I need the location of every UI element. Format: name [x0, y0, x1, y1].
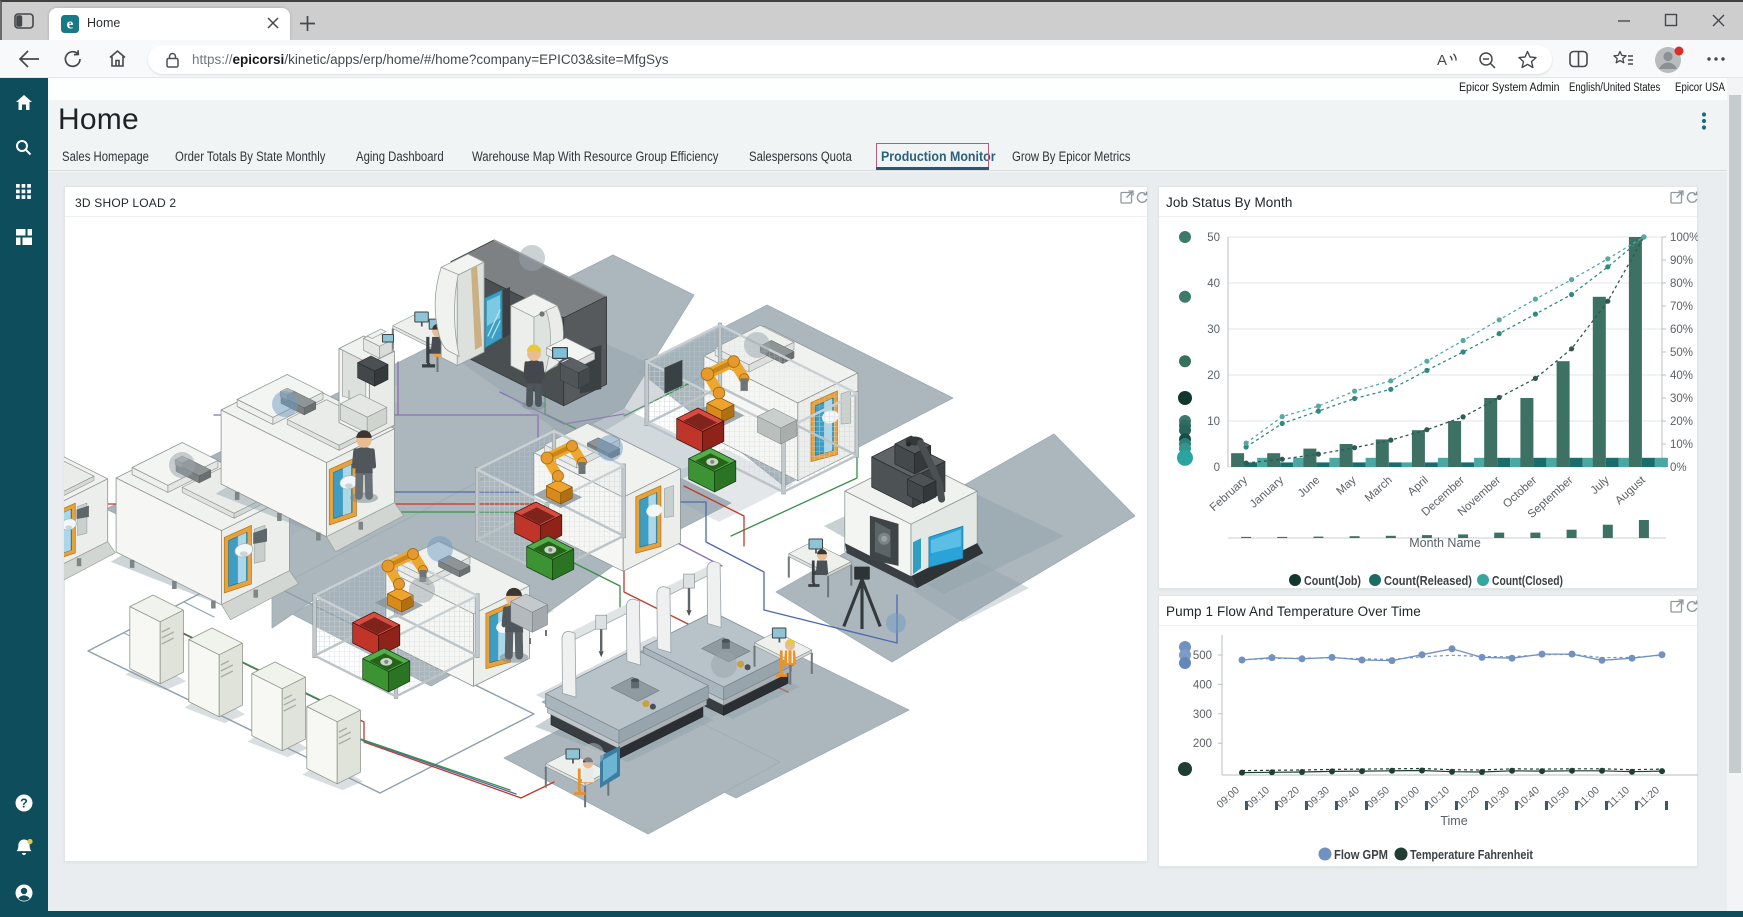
- svg-text:30: 30: [1207, 324, 1220, 336]
- svg-text:09:40: 09:40: [1334, 784, 1362, 811]
- svg-text:10:00: 10:00: [1394, 784, 1422, 811]
- svg-text:40: 40: [1207, 278, 1220, 290]
- svg-text:March: March: [1363, 474, 1395, 504]
- svg-text:Flow GPM: Flow GPM: [1334, 848, 1388, 862]
- svg-text:09:50: 09:50: [1364, 784, 1392, 811]
- svg-text:50%: 50%: [1670, 347, 1693, 359]
- svg-text:April: April: [1406, 474, 1431, 498]
- svg-text:11:00: 11:00: [1575, 784, 1602, 810]
- svg-text:70%: 70%: [1670, 301, 1693, 313]
- svg-text:09:10: 09:10: [1244, 784, 1272, 811]
- svg-text:300: 300: [1193, 709, 1212, 721]
- svg-text:A: A: [1437, 52, 1447, 68]
- svg-text:August: August: [1613, 474, 1648, 507]
- svg-text:Month Name: Month Name: [1409, 536, 1481, 550]
- svg-text:10:40: 10:40: [1514, 784, 1542, 811]
- svg-text:500: 500: [1193, 650, 1212, 662]
- svg-text:10:20: 10:20: [1454, 784, 1482, 811]
- svg-text:Count(Closed): Count(Closed): [1492, 574, 1563, 588]
- svg-text:200: 200: [1193, 738, 1212, 750]
- svg-text:Count(Released): Count(Released): [1384, 574, 1472, 588]
- svg-text:10:30: 10:30: [1484, 784, 1512, 811]
- svg-text:50: 50: [1207, 232, 1220, 244]
- svg-text:400: 400: [1193, 679, 1212, 691]
- svg-text:20: 20: [1207, 370, 1220, 382]
- svg-text:0%: 0%: [1670, 462, 1687, 474]
- svg-text:Count(Job): Count(Job): [1304, 574, 1361, 588]
- svg-text:Temperature Fahrenheit: Temperature Fahrenheit: [1410, 848, 1534, 862]
- svg-text:10:50: 10:50: [1544, 784, 1572, 811]
- svg-text:0: 0: [1214, 462, 1220, 474]
- svg-text:June: June: [1296, 474, 1323, 500]
- svg-text:80%: 80%: [1670, 278, 1693, 290]
- svg-text:January: January: [1248, 474, 1287, 510]
- svg-text:09:00: 09:00: [1214, 784, 1242, 811]
- svg-text:30%: 30%: [1670, 393, 1693, 405]
- svg-text:40%: 40%: [1670, 370, 1693, 382]
- svg-text:20%: 20%: [1670, 416, 1693, 428]
- svg-text:?: ?: [20, 796, 28, 810]
- svg-text:90%: 90%: [1670, 255, 1693, 267]
- svg-text:09:20: 09:20: [1274, 784, 1302, 811]
- svg-text:e: e: [67, 17, 74, 33]
- svg-text:July: July: [1589, 474, 1612, 497]
- svg-text:11:20: 11:20: [1635, 784, 1662, 810]
- svg-text:11:10: 11:10: [1605, 784, 1632, 810]
- svg-text:10:10: 10:10: [1424, 784, 1452, 811]
- svg-text:10: 10: [1207, 416, 1220, 428]
- svg-text:February: February: [1208, 474, 1250, 514]
- svg-text:60%: 60%: [1670, 324, 1693, 336]
- svg-text:100%: 100%: [1670, 232, 1698, 244]
- svg-text:May: May: [1334, 474, 1358, 498]
- svg-text:10%: 10%: [1670, 439, 1693, 451]
- svg-text:09:30: 09:30: [1304, 784, 1332, 811]
- svg-text:Time: Time: [1440, 814, 1467, 828]
